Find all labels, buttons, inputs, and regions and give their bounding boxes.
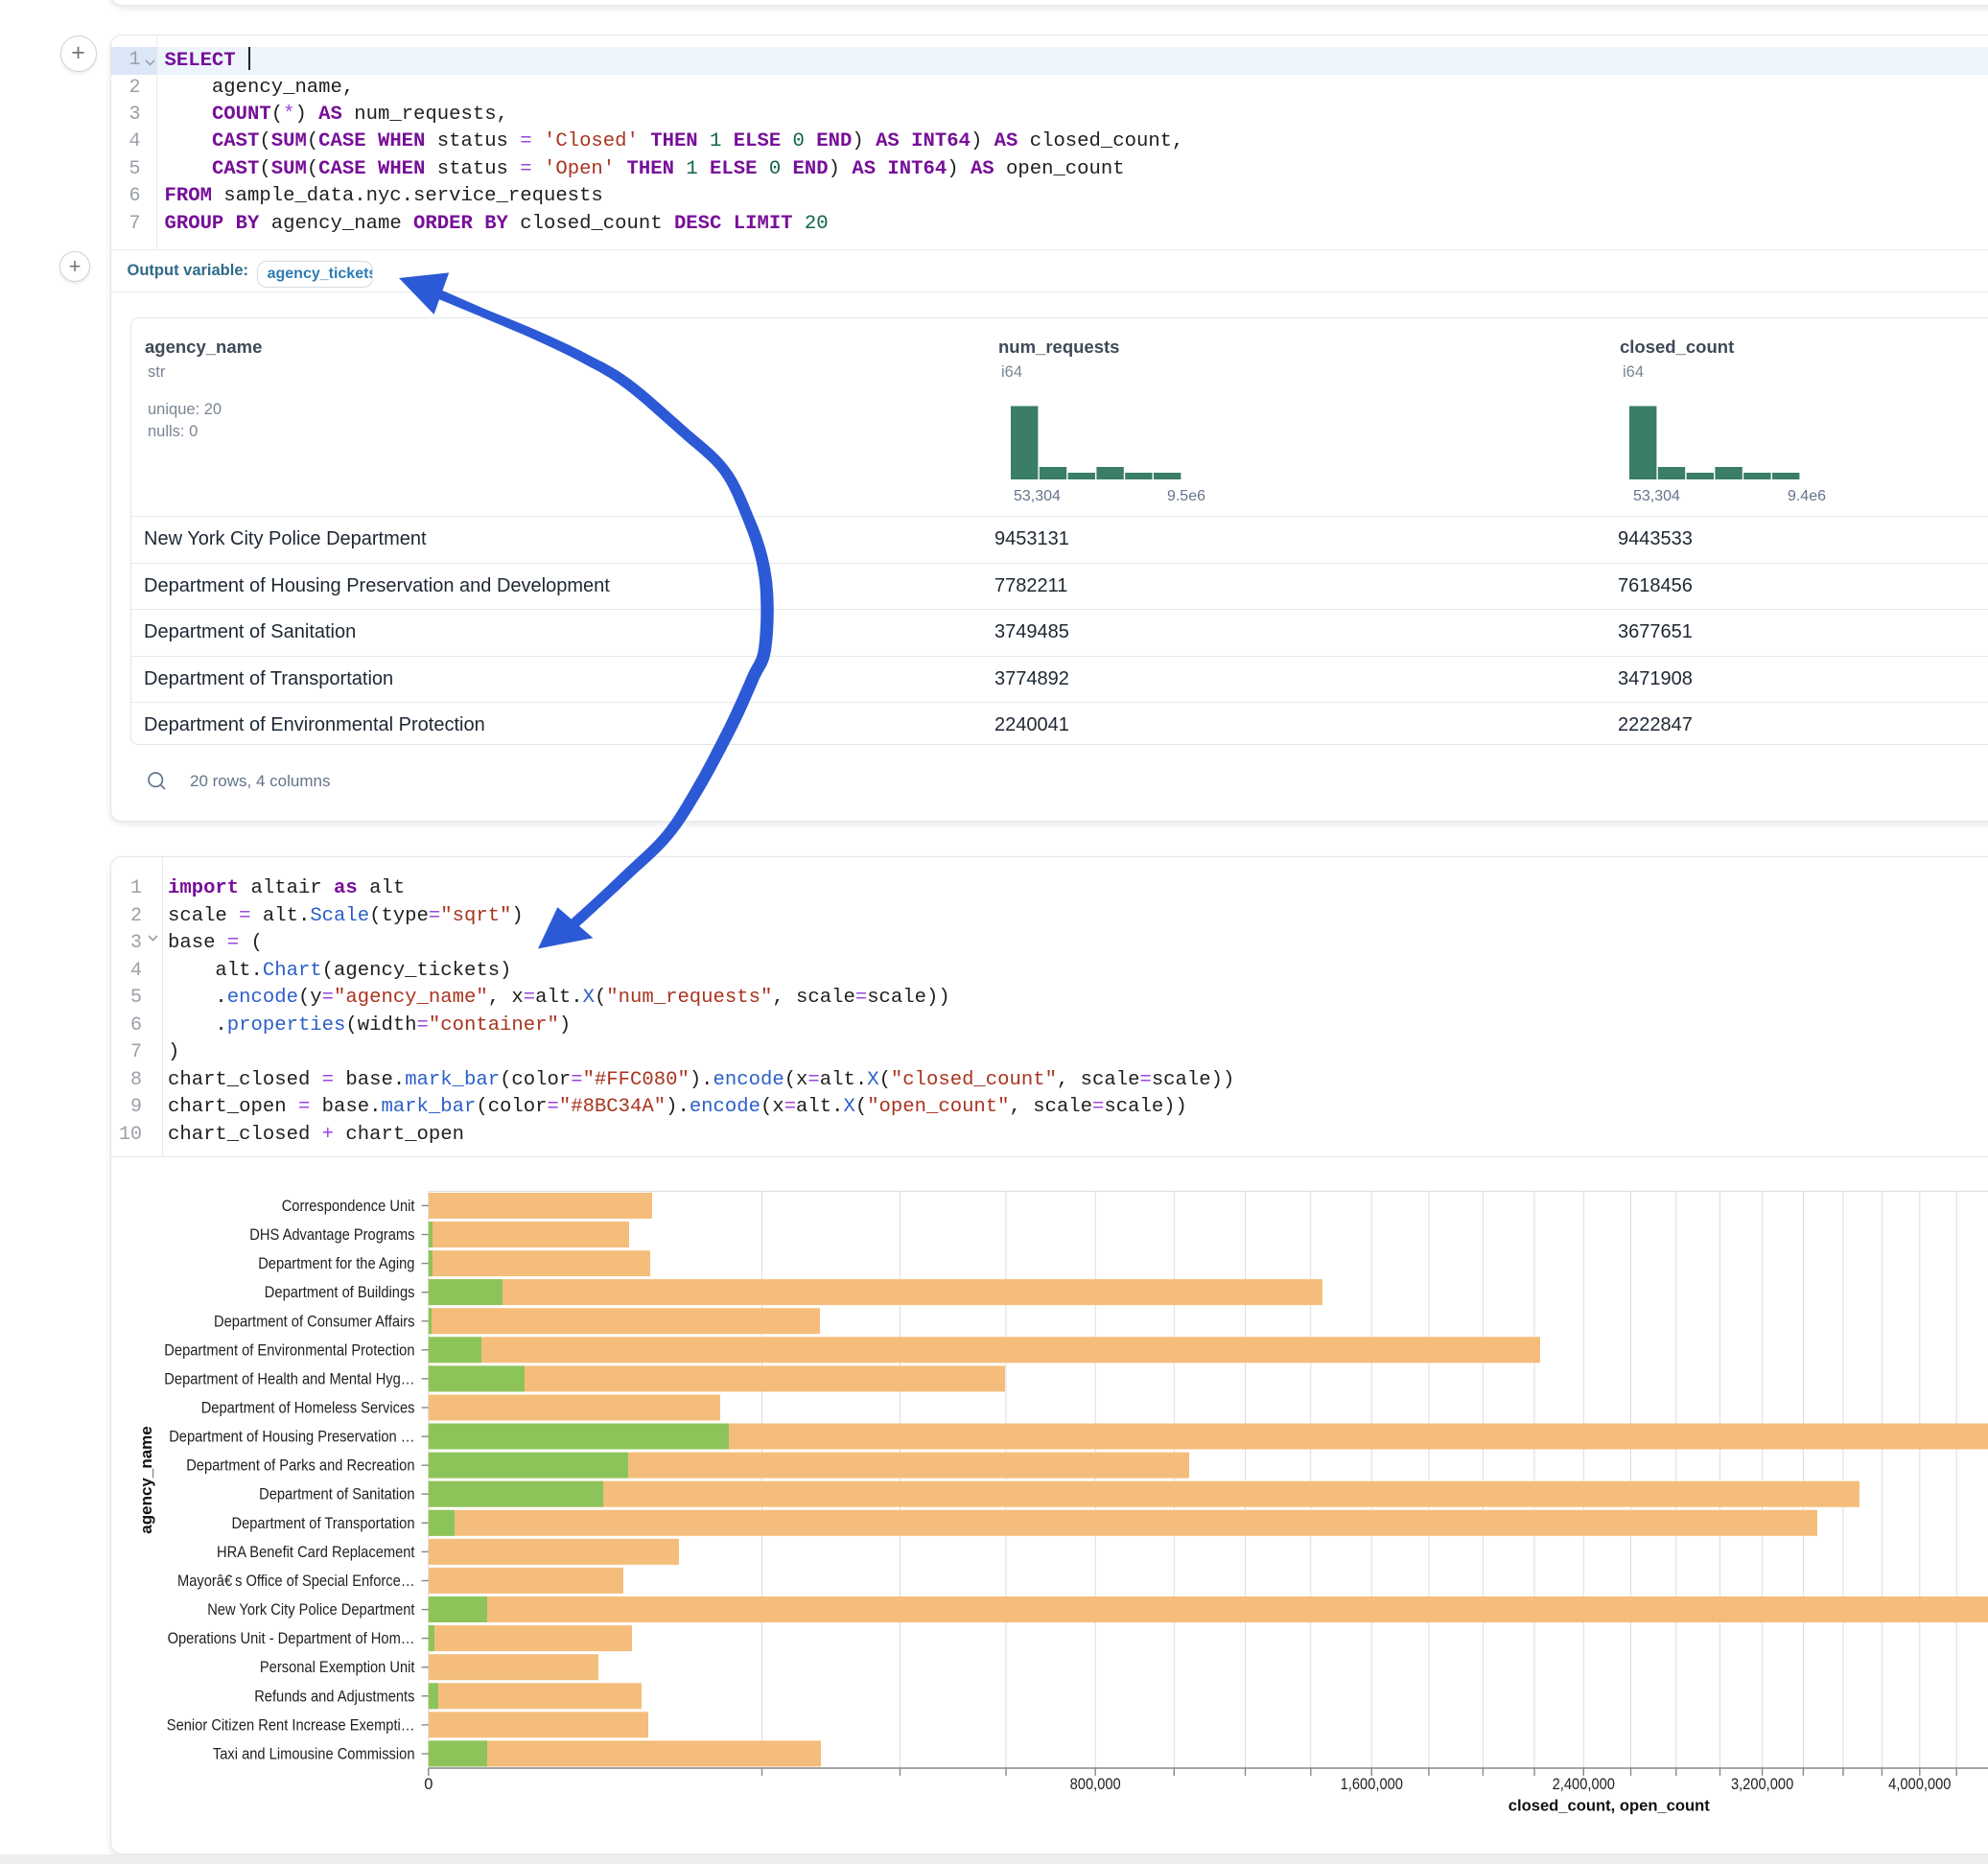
svg-text:Department of Transportation: Department of Transportation bbox=[232, 1515, 415, 1532]
svg-text:4,000,000: 4,000,000 bbox=[1888, 1776, 1951, 1793]
svg-text:Department for the Aging: Department for the Aging bbox=[258, 1255, 414, 1272]
svg-text:Taxi and Limousine Commission: Taxi and Limousine Commission bbox=[213, 1746, 415, 1763]
svg-text:Department of Environmental Pr: Department of Environmental Protection bbox=[164, 1341, 414, 1359]
svg-text:Department of Sanitation: Department of Sanitation bbox=[259, 1486, 414, 1503]
svg-text:Department of Health and Menta: Department of Health and Mental Hyg… bbox=[164, 1370, 414, 1387]
svg-text:Department of Housing Preserva: Department of Housing Preservation … bbox=[169, 1429, 414, 1446]
svg-text:agency_name: agency_name bbox=[137, 1426, 155, 1533]
svg-text:closed_count, open_count: closed_count, open_count bbox=[1509, 1797, 1710, 1815]
svg-text:Correspondence Unit: Correspondence Unit bbox=[282, 1198, 415, 1215]
svg-text:3,200,000: 3,200,000 bbox=[1731, 1776, 1793, 1793]
svg-text:800,000: 800,000 bbox=[1070, 1776, 1121, 1793]
svg-text:Mayorâ€ s Office of Special En: Mayorâ€ s Office of Special Enforce… bbox=[177, 1573, 415, 1590]
svg-text:HRA Benefit Card Replacement: HRA Benefit Card Replacement bbox=[217, 1544, 415, 1561]
svg-text:New York City Police Departmen: New York City Police Department bbox=[207, 1601, 415, 1619]
svg-text:Operations Unit - Department o: Operations Unit - Department of Hom… bbox=[168, 1630, 415, 1647]
svg-text:Department of Buildings: Department of Buildings bbox=[265, 1284, 415, 1301]
svg-text:Personal Exemption Unit: Personal Exemption Unit bbox=[260, 1659, 415, 1676]
svg-text:Department of Consumer Affairs: Department of Consumer Affairs bbox=[214, 1313, 415, 1330]
svg-text:Refunds and Adjustments: Refunds and Adjustments bbox=[254, 1688, 414, 1705]
svg-text:2,400,000: 2,400,000 bbox=[1553, 1776, 1615, 1793]
svg-text:1,600,000: 1,600,000 bbox=[1341, 1776, 1403, 1793]
svg-text:Senior Citizen Rent Increase E: Senior Citizen Rent Increase Exempti… bbox=[167, 1716, 415, 1734]
svg-text:DHS Advantage Programs: DHS Advantage Programs bbox=[249, 1226, 414, 1244]
svg-text:Department of Homeless Service: Department of Homeless Services bbox=[201, 1400, 415, 1417]
svg-text:0: 0 bbox=[424, 1776, 433, 1793]
svg-text:Department of Parks and Recrea: Department of Parks and Recreation bbox=[186, 1457, 414, 1475]
